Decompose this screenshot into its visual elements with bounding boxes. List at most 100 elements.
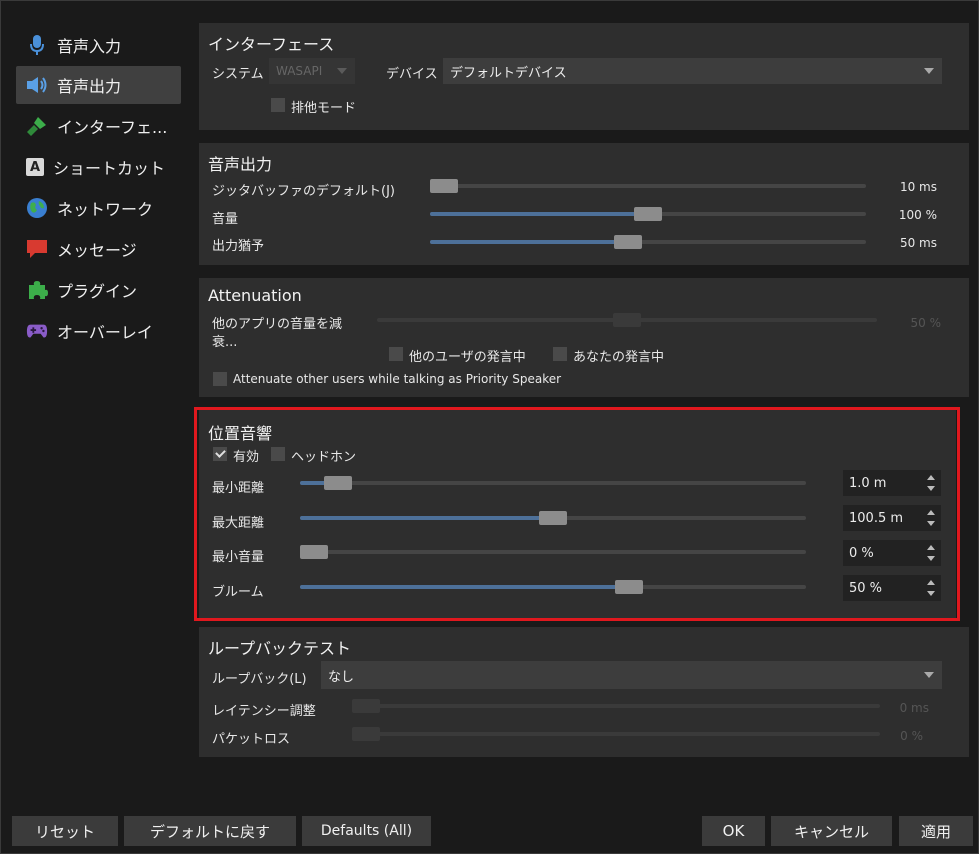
system-select[interactable]: WASAPI (269, 58, 355, 84)
spin-down-icon[interactable] (927, 521, 935, 526)
device-label: デバイス (386, 67, 438, 82)
bloom-slider[interactable] (300, 579, 806, 595)
microphone-icon (26, 34, 48, 56)
attenuate-self-label: あなたの発言中 (573, 350, 665, 365)
attenuate-others-label: 他のユーザの発言中 (409, 350, 526, 365)
exclusive-mode-label: 排他モード (291, 101, 357, 116)
min-distance-label: 最小距離 (212, 481, 265, 496)
restore-defaults-button[interactable]: デフォルトに戻す (124, 816, 296, 846)
headphone-checkbox[interactable] (271, 447, 285, 461)
sidebar-item-audio-input[interactable]: 音声入力 (16, 26, 181, 64)
priority-speaker-checkbox[interactable] (213, 372, 227, 386)
sidebar-item-interface[interactable]: インターフェ... (16, 107, 181, 145)
min-volume-value: 0 % (849, 545, 874, 561)
volume-label: 音量 (212, 212, 239, 227)
positional-enabled-checkbox[interactable] (213, 447, 227, 461)
spin-up-icon[interactable] (927, 580, 935, 585)
slider-handle[interactable] (352, 699, 380, 713)
slider-handle[interactable] (539, 511, 567, 525)
priority-speaker-label: Attenuate other users while talking as P… (233, 372, 562, 386)
jitter-buffer-slider[interactable] (430, 178, 866, 194)
loopback-select-value: なし (328, 669, 355, 685)
sidebar-item-label: 音声出力 (57, 77, 122, 96)
output-delay-label: 出力猶予 (212, 239, 265, 254)
latency-label: レイテンシー調整 (212, 704, 316, 719)
attenuation-reduce-label: 他のアプリの音量を減 (212, 317, 343, 332)
cancel-button[interactable]: キャンセル (771, 816, 892, 846)
loopback-select[interactable]: なし (321, 661, 942, 689)
defaults-all-button[interactable]: Defaults (All) (302, 816, 431, 846)
spin-up-icon[interactable] (927, 475, 935, 480)
reset-button[interactable]: リセット (12, 816, 118, 846)
min-distance-value: 1.0 m (849, 475, 887, 491)
paintbrush-icon (26, 115, 48, 137)
spin-down-icon[interactable] (927, 591, 935, 596)
attenuation-slider[interactable] (377, 312, 877, 328)
max-distance-slider[interactable] (300, 510, 806, 526)
attenuation-panel: Attenuation 他のアプリの音量を減 衰... 50 % 他のユーザの発… (199, 278, 969, 397)
sidebar-item-overlay[interactable]: オーバーレイ (16, 312, 181, 350)
attenuate-self-checkbox[interactable] (553, 347, 567, 361)
sidebar-item-messages[interactable]: メッセージ (16, 230, 181, 268)
slider-handle[interactable] (300, 545, 328, 559)
latency-slider[interactable] (352, 698, 880, 714)
sidebar-item-audio-output[interactable]: 音声出力 (16, 66, 181, 104)
system-label: システム (212, 67, 264, 82)
spin-down-icon[interactable] (927, 556, 935, 561)
slider-handle[interactable] (324, 476, 352, 490)
sidebar-item-plugins[interactable]: プラグイン (16, 271, 181, 309)
loopback-panel: ループバックテスト ループバック(L) なし レイテンシー調整 0 ms パケッ… (199, 627, 969, 757)
max-distance-spinbox[interactable]: 100.5 m (843, 505, 941, 531)
min-distance-slider[interactable] (300, 475, 806, 491)
sidebar-item-label: ショートカット (53, 159, 166, 178)
bloom-value: 50 % (849, 580, 883, 596)
keyboard-key-glyph: A (29, 159, 41, 175)
volume-slider[interactable] (430, 206, 866, 222)
exclusive-mode-checkbox[interactable] (271, 98, 285, 112)
min-distance-spinbox[interactable]: 1.0 m (843, 470, 941, 496)
output-delay-slider[interactable] (430, 234, 866, 250)
attenuate-others-checkbox[interactable] (389, 347, 403, 361)
positional-enabled-label: 有効 (233, 450, 260, 465)
slider-handle[interactable] (430, 179, 458, 193)
positional-audio-title: 位置音響 (208, 424, 273, 443)
audio-output-title: 音声出力 (208, 155, 273, 174)
apply-button[interactable]: 適用 (899, 816, 973, 846)
chevron-down-icon (924, 672, 934, 678)
bloom-spinbox[interactable]: 50 % (843, 575, 941, 601)
min-volume-slider[interactable] (300, 544, 806, 560)
chat-bubble-icon (26, 238, 48, 260)
attenuation-reduce-label-cont: 衰... (212, 335, 238, 350)
headphone-label: ヘッドホン (291, 450, 357, 465)
slider-handle[interactable] (613, 313, 641, 327)
system-select-value: WASAPI (276, 64, 323, 78)
sidebar-item-label: ネットワーク (57, 200, 154, 219)
sidebar-item-network[interactable]: ネットワーク (16, 189, 181, 227)
min-volume-spinbox[interactable]: 0 % (843, 540, 941, 566)
spin-up-icon[interactable] (927, 545, 935, 550)
sidebar-item-label: メッセージ (57, 241, 137, 260)
positional-audio-panel: 位置音響 有効 ヘッドホン 最小距離 1.0 m 最大距離 100.5 m 最小… (199, 410, 956, 618)
loopback-title: ループバックテスト (208, 639, 352, 658)
slider-handle[interactable] (614, 235, 642, 249)
sidebar: 音声入力 音声出力 インターフェ... A ショートカット ネットワーク メッセ… (0, 0, 190, 810)
jitter-buffer-label: ジッタバッファのデフォルト(J) (212, 184, 395, 199)
sidebar-item-shortcuts[interactable]: A ショートカット (16, 148, 181, 186)
keyboard-key-icon: A (26, 158, 44, 176)
interface-panel: インターフェース システム WASAPI デバイス デフォルトデバイス 排他モー… (199, 23, 969, 130)
ok-button[interactable]: OK (702, 816, 765, 846)
gamepad-icon (26, 320, 48, 342)
spin-down-icon[interactable] (927, 486, 935, 491)
latency-value: 0 ms (899, 701, 929, 715)
slider-handle[interactable] (352, 727, 380, 741)
sidebar-item-label: オーバーレイ (57, 323, 153, 342)
slider-handle[interactable] (634, 207, 662, 221)
sidebar-item-label: プラグイン (57, 282, 138, 301)
packet-loss-value: 0 % (900, 729, 923, 743)
spin-up-icon[interactable] (927, 510, 935, 515)
max-distance-value: 100.5 m (849, 510, 904, 526)
device-select[interactable]: デフォルトデバイス (443, 58, 942, 84)
packet-loss-slider[interactable] (352, 726, 880, 742)
attenuation-title: Attenuation (208, 286, 302, 305)
slider-handle[interactable] (615, 580, 643, 594)
